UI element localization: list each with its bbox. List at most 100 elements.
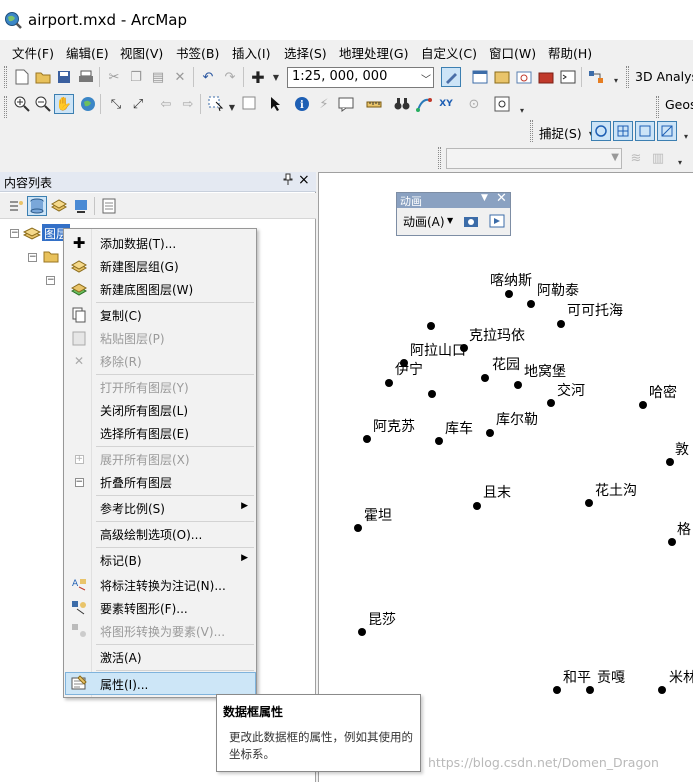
toolbar-grip[interactable] [4, 66, 7, 88]
city-point[interactable] [514, 381, 522, 389]
city-point[interactable] [639, 401, 647, 409]
add-data-dropdown-icon[interactable]: ▼ [266, 67, 286, 87]
paste-icon[interactable]: ▤ [148, 67, 168, 87]
snapping-menu[interactable]: 捕捉(S) [539, 123, 582, 142]
identify-icon[interactable]: i [292, 94, 312, 114]
catalog-icon[interactable] [492, 67, 512, 87]
python-window-icon[interactable] [558, 67, 578, 87]
end-snapping-icon[interactable] [613, 121, 633, 141]
toolbar-grip[interactable] [4, 96, 7, 118]
forward-extent-icon[interactable]: ⇨ [178, 94, 198, 114]
city-point[interactable] [354, 524, 362, 532]
menu-windows[interactable]: 窗口(W) [489, 43, 536, 62]
back-extent-icon[interactable]: ⇦ [156, 94, 176, 114]
html-popup-icon[interactable] [336, 94, 356, 114]
list-by-visibility-icon[interactable] [49, 196, 69, 216]
menu-selection[interactable]: 选择(S) [284, 43, 327, 62]
find-binoculars-icon[interactable] [392, 94, 412, 114]
arctoolbox-icon[interactable] [536, 67, 556, 87]
search-window-icon[interactable] [514, 67, 534, 87]
fixed-zoom-out-icon[interactable]: ⤢ [128, 94, 148, 114]
georeferencing-label[interactable]: Geos [665, 97, 693, 112]
animation-controls-icon[interactable] [487, 211, 507, 231]
list-by-drawing-order-icon[interactable] [6, 196, 26, 216]
city-point[interactable] [427, 322, 435, 330]
menu-item-copy[interactable]: 复制(C) [65, 304, 255, 326]
pin-icon[interactable] [283, 173, 293, 188]
toolbar-grip[interactable] [626, 66, 629, 88]
city-point[interactable] [668, 538, 676, 546]
chevron-down-icon[interactable]: ▼ [447, 216, 453, 225]
city-point[interactable] [473, 502, 481, 510]
chevron-down-icon[interactable]: ▼ [222, 97, 242, 117]
menu-item-new-group-layer[interactable]: 新建图层组(G) [65, 255, 255, 277]
menu-customize[interactable]: 自定义(C) [421, 43, 477, 62]
city-point[interactable] [363, 435, 371, 443]
city-point[interactable] [553, 686, 561, 694]
menu-insert[interactable]: 插入(I) [232, 43, 270, 62]
toolbar-overflow-icon[interactable]: ▾ [606, 70, 626, 90]
menu-item-expand-all-layers[interactable]: + 展开所有图层(X) [65, 448, 255, 470]
menu-item-collapse-all-layers[interactable]: − 折叠所有图层 [65, 471, 255, 493]
map-scale-combo[interactable]: 1:25, 000, 000 ﹀ [287, 67, 434, 88]
fixed-zoom-in-icon[interactable]: ⤡ [106, 94, 126, 114]
menu-item-reference-scale[interactable]: 参考比例(S) ▶ [65, 497, 255, 519]
city-point[interactable] [658, 686, 666, 694]
layer-combo[interactable]: ▼ [446, 148, 622, 169]
3d-analyst-label[interactable]: 3D Analyst [635, 69, 693, 84]
go-to-xy-icon[interactable]: XY [436, 94, 456, 114]
time-slider-icon[interactable]: ⊙ [464, 94, 484, 114]
city-point[interactable] [435, 437, 443, 445]
close-icon[interactable]: × [298, 172, 310, 188]
measure-icon[interactable] [364, 94, 384, 114]
add-data-icon[interactable]: ✚ [248, 67, 268, 87]
city-point[interactable] [547, 399, 555, 407]
menu-item-properties[interactable]: 属性(I)... [65, 672, 256, 695]
menu-item-convert-labels-to-annotation[interactable]: A 将标注转换为注记(N)... [65, 574, 255, 596]
menu-item-add-data[interactable]: ✚ 添加数据(T)... [65, 232, 255, 254]
redo-icon[interactable]: ↷ [220, 67, 240, 87]
list-by-source-icon[interactable] [27, 196, 47, 216]
city-point[interactable] [428, 390, 436, 398]
zoom-out-icon[interactable] [33, 94, 53, 114]
city-point[interactable] [358, 628, 366, 636]
collapse-node-icon[interactable]: − [46, 276, 55, 285]
collapse-node-icon[interactable]: − [10, 229, 19, 238]
point-snapping-icon[interactable] [591, 121, 611, 141]
city-point[interactable] [486, 429, 494, 437]
undo-icon[interactable]: ↶ [198, 67, 218, 87]
toolbar-grip[interactable] [656, 96, 659, 118]
menu-help[interactable]: 帮助(H) [548, 43, 592, 62]
select-elements-arrow-icon[interactable] [266, 94, 286, 114]
delete-icon[interactable]: ✕ [170, 67, 190, 87]
close-icon[interactable]: ✕ [496, 191, 507, 206]
table-of-contents-icon[interactable] [470, 67, 490, 87]
menu-item-turn-all-layers-off[interactable]: 关闭所有图层(L) [65, 399, 255, 421]
city-point[interactable] [585, 499, 593, 507]
city-point[interactable] [586, 686, 594, 694]
city-point[interactable] [481, 374, 489, 382]
city-point[interactable] [385, 379, 393, 387]
collapse-node-icon[interactable]: − [28, 253, 37, 262]
capture-view-icon[interactable] [461, 211, 481, 231]
clear-selection-icon[interactable] [240, 94, 260, 114]
edge-snapping-icon[interactable] [657, 121, 677, 141]
toolbar-overflow-icon[interactable]: ▾ [676, 126, 693, 146]
toolbar-overflow-icon[interactable]: ▾ [512, 100, 532, 120]
menu-item-remove[interactable]: ✕ 移除(R) [65, 350, 255, 372]
open-folder-icon[interactable] [33, 67, 53, 87]
save-icon[interactable] [54, 67, 74, 87]
menu-file[interactable]: 文件(F) [12, 43, 54, 62]
contour-icon[interactable]: ≋ [626, 148, 646, 168]
toolbar-grip[interactable] [530, 120, 533, 142]
pan-hand-icon[interactable]: ✋ [54, 94, 74, 114]
menu-bookmarks[interactable]: 书签(B) [176, 43, 219, 62]
toolbar-grip[interactable] [438, 147, 441, 169]
menu-item-select-all-layers[interactable]: 选择所有图层(E) [65, 422, 255, 444]
animation-toolbar-header[interactable]: 动画 ▼ ✕ [397, 191, 510, 208]
menu-item-new-basemap-layer[interactable]: 新建底图图层(W) [65, 278, 255, 300]
find-route-icon[interactable] [414, 94, 434, 114]
cut-icon[interactable]: ✂ [104, 67, 124, 87]
chevron-down-icon[interactable]: ▼ [481, 193, 488, 203]
menu-item-activate[interactable]: 激活(A) [65, 646, 255, 668]
